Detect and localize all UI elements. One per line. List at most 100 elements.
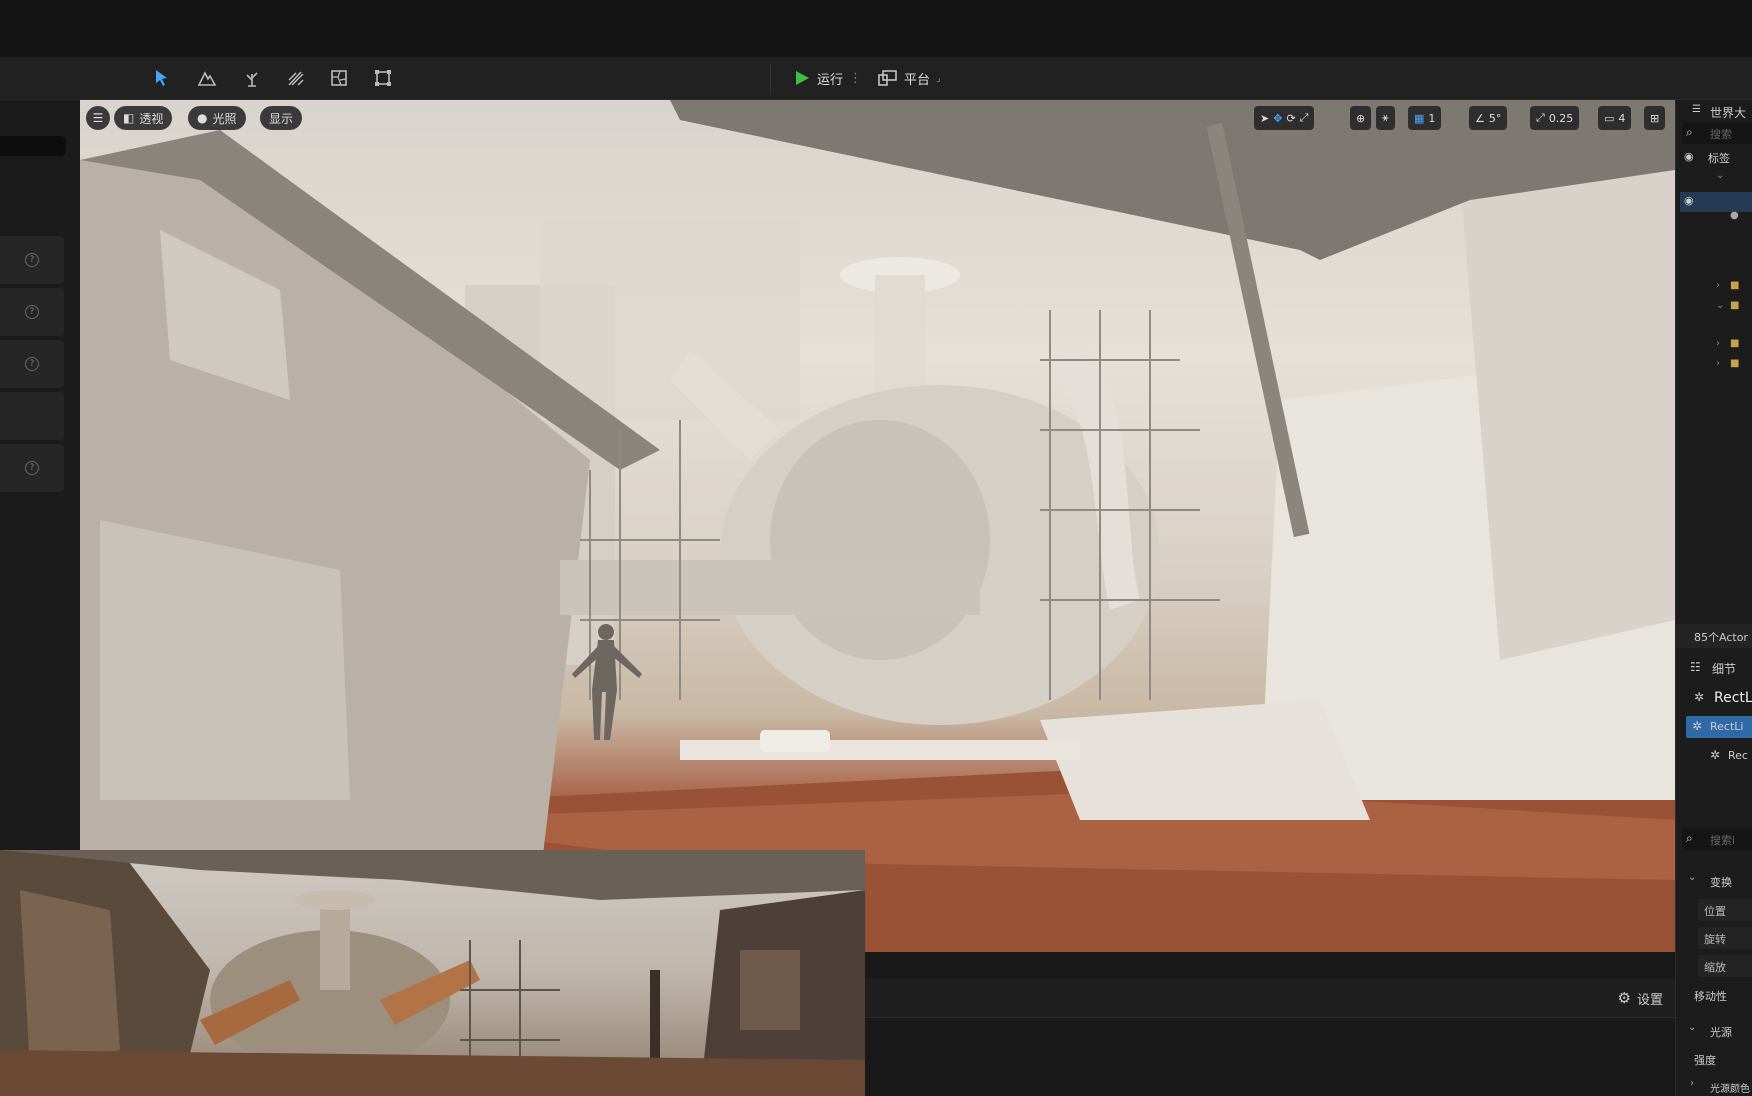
rotation-snap-button[interactable]: ∠ 5°	[1469, 106, 1508, 130]
right-panel: ☰ 世界大 ⌕ 搜索 ◉ 标签 ◉ ⌄ ● › ■ ⌄ ■ › ■ › ■ 85…	[1675, 100, 1752, 1096]
folder-icon: ■	[1730, 338, 1740, 349]
horizontal-pipe	[560, 560, 980, 615]
play-button[interactable]: 运行 ⋮	[793, 65, 862, 91]
layout-icon: ⊞	[1650, 111, 1660, 125]
chevron-down-icon[interactable]: ⌄	[1716, 170, 1724, 181]
rotation-snap-value: 5°	[1488, 111, 1502, 125]
outliner-search-input[interactable]: ⌕ 搜索	[1682, 122, 1752, 144]
chevron-right-icon[interactable]: ›	[1716, 358, 1720, 369]
main-toolbar: 运行 ⋮ 平台 ⌟	[0, 57, 1752, 100]
location-label: 位置	[1704, 905, 1726, 918]
transform-tools: ➤ ✥ ⟳ ⤢	[1254, 106, 1315, 130]
outliner-tree[interactable]: ⌄ ● › ■ ⌄ ■ › ■ › ■	[1716, 170, 1746, 400]
subcomponent-name[interactable]: Rec	[1728, 749, 1748, 762]
show-button[interactable]: 显示	[260, 106, 303, 130]
camera-speed-button[interactable]: ▭ 4	[1598, 106, 1632, 130]
left-panel-item[interactable]: ?	[0, 288, 64, 336]
visibility-icon[interactable]: ◉	[1684, 150, 1694, 163]
show-label: 显示	[269, 111, 294, 126]
viewport-menu-button[interactable]: ☰	[86, 106, 110, 130]
help-icon: ?	[25, 357, 39, 371]
perspective-label: 透视	[139, 111, 164, 126]
chevron-down-icon[interactable]: ⌄	[1688, 1022, 1696, 1033]
mesh-paint-mode-icon[interactable]	[284, 66, 308, 90]
left-panel-search[interactable]	[0, 136, 66, 156]
reference-artwork	[0, 850, 865, 1096]
bottom-panel-header: ⚙ 设置	[865, 978, 1675, 1018]
world-space-button[interactable]: ⊕	[1350, 106, 1372, 130]
left-panel-item[interactable]: ?	[0, 444, 64, 492]
settings-button[interactable]: ⚙ 设置	[1618, 986, 1663, 1010]
details-search-placeholder: 搜索i	[1710, 834, 1736, 847]
scale-field[interactable]: 缩放	[1698, 955, 1752, 977]
chevron-down-icon[interactable]: ⌄	[1688, 872, 1696, 883]
scale-tool-icon[interactable]: ⤢	[1300, 111, 1309, 125]
surface-snap-button[interactable]: ⚹	[1376, 106, 1395, 130]
reference-image	[0, 850, 865, 1096]
label-column-header: 标签	[1708, 152, 1730, 165]
fracture-mode-icon[interactable]	[327, 66, 351, 90]
landscape-mode-icon[interactable]	[195, 66, 219, 90]
outliner-icon: ☰	[1692, 104, 1701, 115]
grid-icon: ▦	[1414, 111, 1425, 125]
light-color-label: 光源颜色	[1710, 1084, 1750, 1095]
transform-section[interactable]: 变换	[1710, 874, 1732, 890]
left-panel: ? ? ? ?	[0, 100, 80, 852]
toolbar-separator	[770, 63, 771, 95]
perspective-button[interactable]: ◧ 透视	[114, 106, 173, 130]
grid-snap-button[interactable]: ▦ 1	[1408, 106, 1442, 130]
select-mode-icon[interactable]	[150, 66, 174, 90]
left-panel-item[interactable]: ?	[0, 340, 64, 388]
left-panel-item[interactable]	[0, 392, 64, 440]
actor-count-bar: 85个Actor	[1676, 624, 1752, 648]
ground-slab	[680, 740, 1080, 760]
chevron-right-icon[interactable]: ›	[1690, 1078, 1694, 1089]
move-tool-icon[interactable]: ✥	[1273, 112, 1282, 125]
search-icon: ⌕	[1686, 831, 1693, 845]
rotate-tool-icon[interactable]: ⟳	[1286, 112, 1295, 125]
cube-icon: ◧	[123, 111, 135, 125]
settings-label: 设置	[1636, 992, 1663, 1008]
bottom-panel: ⚙ 设置	[865, 952, 1675, 1096]
rotation-label: 旋转	[1704, 933, 1726, 946]
actor-count: 85个Actor	[1694, 631, 1748, 644]
play-options-icon[interactable]: ⋮	[849, 71, 862, 86]
play-icon	[796, 71, 809, 85]
tower-stem	[875, 275, 925, 405]
platform-icon	[878, 70, 897, 86]
sphere-icon: ●	[197, 111, 208, 125]
chevron-down-icon[interactable]: ⌄	[1716, 300, 1724, 311]
scale-snap-value: 0.25	[1548, 111, 1574, 125]
location-field[interactable]: 位置	[1698, 899, 1752, 921]
light-icon: ✲	[1692, 719, 1703, 733]
level-viewport[interactable]: ☰ ◧ 透视 ● 光照 显示 ➤ ✥ ⟳ ⤢ ⊕ ⚹ ▦ 1 ∠ 5° ⤢ 0.…	[80, 100, 1675, 952]
scale-snap-button[interactable]: ⤢ 0.25	[1530, 106, 1580, 130]
gear-icon: ⚙	[1617, 989, 1631, 1007]
angle-icon: ∠	[1475, 111, 1485, 125]
chevron-right-icon[interactable]: ›	[1716, 338, 1720, 349]
light-icon: ✲	[1710, 748, 1721, 762]
select-tool-icon[interactable]: ➤	[1260, 112, 1269, 125]
modeling-mode-icon[interactable]	[371, 66, 395, 90]
viewport-layout-button[interactable]: ⊞	[1644, 106, 1666, 130]
help-icon: ?	[25, 253, 39, 267]
left-panel-item[interactable]: ?	[0, 236, 64, 284]
light-section[interactable]: 光源	[1710, 1024, 1732, 1040]
component-name: RectLi	[1710, 720, 1744, 733]
platform-dropdown-icon[interactable]: ⌟	[936, 73, 941, 84]
details-search-input[interactable]: ⌕ 搜索i	[1682, 828, 1752, 850]
rotation-field[interactable]: 旋转	[1698, 927, 1752, 949]
ground-block	[760, 730, 830, 752]
platform-button[interactable]: 平台 ⌟	[878, 65, 941, 91]
scale-snap-icon: ⤢	[1536, 111, 1545, 124]
chevron-right-icon[interactable]: ›	[1716, 280, 1720, 291]
component-row-selected[interactable]: ✲ RectLi	[1686, 716, 1752, 738]
visibility-icon[interactable]: ◉	[1684, 194, 1694, 207]
search-icon: ⌕	[1686, 125, 1693, 139]
folder-icon: ■	[1730, 280, 1740, 291]
lighting-label: 光照	[212, 111, 237, 126]
lighting-button[interactable]: ● 光照	[188, 106, 246, 130]
hamburger-icon: ☰	[92, 111, 104, 125]
snap-icon: ⚹	[1382, 111, 1389, 124]
foliage-mode-icon[interactable]	[240, 66, 264, 90]
